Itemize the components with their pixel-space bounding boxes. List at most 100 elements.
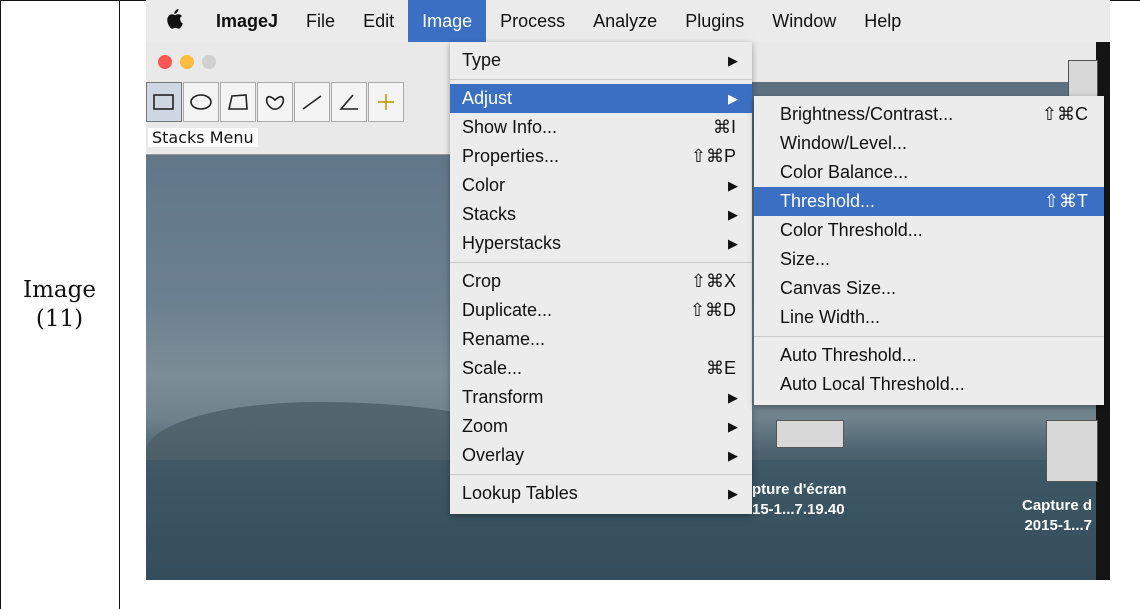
- menu-separator: [450, 262, 752, 263]
- minimize-button[interactable]: [180, 55, 194, 69]
- menu-plugins[interactable]: Plugins: [671, 0, 758, 42]
- table-column-divider: [119, 0, 120, 609]
- capture-name: Capture d: [1022, 497, 1093, 514]
- menu-item-stacks[interactable]: Stacks ▶: [450, 200, 752, 229]
- zoom-button[interactable]: [202, 55, 216, 69]
- menu-item-auto-local-threshold[interactable]: Auto Local Threshold...: [754, 370, 1104, 399]
- menu-item-label: Properties...: [462, 146, 560, 166]
- menu-item-lookup-tables[interactable]: Lookup Tables ▶: [450, 479, 752, 508]
- rectangle-tool[interactable]: [146, 82, 182, 122]
- close-button[interactable]: [158, 55, 172, 69]
- menu-item-label: Threshold...: [780, 191, 876, 211]
- menu-item-color-balance[interactable]: Color Balance...: [754, 158, 1104, 187]
- menu-item-type[interactable]: Type ▶: [450, 46, 752, 75]
- menu-item-label: Canvas Size...: [780, 278, 897, 298]
- apple-menu[interactable]: [146, 8, 202, 34]
- menu-item-threshold[interactable]: Threshold... ⇧⌘T: [754, 187, 1104, 216]
- menu-item-color[interactable]: Color ▶: [450, 171, 752, 200]
- submenu-arrow-icon: ▶: [728, 207, 738, 222]
- menu-item-label: Stacks: [462, 204, 517, 224]
- tool-row: [146, 82, 405, 122]
- menu-item-label: Scale...: [462, 358, 523, 378]
- oval-icon: [190, 94, 212, 110]
- submenu-arrow-icon: ▶: [728, 53, 738, 68]
- menu-item-auto-threshold[interactable]: Auto Threshold...: [754, 341, 1104, 370]
- menu-item-properties[interactable]: Properties... ⇧⌘P: [450, 142, 752, 171]
- menu-item-label: Hyperstacks: [462, 233, 562, 253]
- menu-item-label: Brightness/Contrast...: [780, 104, 954, 124]
- menu-item-transform[interactable]: Transform ▶: [450, 383, 752, 412]
- capture-label-1[interactable]: pture d'écran 15-1...7.19.40: [752, 480, 846, 520]
- menu-item-label: Auto Threshold...: [780, 345, 917, 365]
- menu-separator: [450, 79, 752, 80]
- capture-date: 2015-1...7: [1024, 517, 1093, 534]
- file-thumbnail[interactable]: [776, 420, 844, 448]
- submenu-arrow-icon: ▶: [728, 419, 738, 434]
- menu-imagej[interactable]: ImageJ: [202, 0, 292, 42]
- menu-item-duplicate[interactable]: Duplicate... ⇧⌘D: [450, 296, 752, 325]
- screenshot: pture d'écran 15-1...7.19.40 Capture d 2…: [146, 0, 1110, 580]
- capture-label-2[interactable]: Capture d 2015-1...7: [1022, 496, 1092, 536]
- menu-item-label: Type: [462, 50, 502, 70]
- menu-window[interactable]: Window: [758, 0, 850, 42]
- file-thumbnail[interactable]: [1046, 420, 1098, 482]
- figure-label-cell: Image (11): [0, 0, 119, 609]
- menu-item-label: Window/Level...: [780, 133, 908, 153]
- polygon-tool[interactable]: [220, 82, 256, 122]
- menu-item-rename[interactable]: Rename...: [450, 325, 752, 354]
- angle-tool[interactable]: [331, 82, 367, 122]
- line-tool[interactable]: [294, 82, 330, 122]
- apple-icon: [167, 8, 183, 29]
- menu-item-shortcut: ⇧⌘C: [1041, 104, 1088, 124]
- capture-date: 15-1...7.19.40: [752, 501, 845, 518]
- submenu-arrow-icon: ▶: [728, 486, 738, 501]
- menu-item-overlay[interactable]: Overlay ▶: [450, 441, 752, 470]
- menu-item-crop[interactable]: Crop ⇧⌘X: [450, 267, 752, 296]
- menu-image[interactable]: Image: [408, 0, 487, 42]
- menu-item-window-level[interactable]: Window/Level...: [754, 129, 1104, 158]
- menu-item-color-threshold[interactable]: Color Threshold...: [754, 216, 1104, 245]
- menu-item-shortcut: ⌘E: [705, 358, 736, 378]
- menu-item-size[interactable]: Size...: [754, 245, 1104, 274]
- menu-analyze[interactable]: Analyze: [579, 0, 671, 42]
- menu-item-shortcut: ⌘I: [712, 117, 736, 137]
- polygon-icon: [227, 94, 248, 110]
- menu-item-zoom[interactable]: Zoom ▶: [450, 412, 752, 441]
- menu-item-scale[interactable]: Scale... ⌘E: [450, 354, 752, 383]
- menu-edit[interactable]: Edit: [349, 0, 408, 42]
- menu-item-shortcut: ⇧⌘X: [690, 271, 736, 291]
- menu-bar: ImageJ File Edit Image Process Analyze P…: [146, 0, 1110, 42]
- menu-item-label: Auto Local Threshold...: [780, 374, 965, 394]
- submenu-arrow-icon: ▶: [728, 390, 738, 405]
- menu-item-label: Crop: [462, 271, 502, 291]
- menu-item-label: Transform: [462, 387, 544, 407]
- menu-item-show-info[interactable]: Show Info... ⌘I: [450, 113, 752, 142]
- line-icon: [302, 95, 322, 110]
- menu-item-label: Color Threshold...: [780, 220, 923, 240]
- menu-item-brightness-contrast[interactable]: Brightness/Contrast... ⇧⌘C: [754, 100, 1104, 129]
- menu-item-label: Rename...: [462, 329, 546, 349]
- menu-item-label: Show Info...: [462, 117, 558, 137]
- submenu-arrow-icon: ▶: [728, 236, 738, 251]
- menu-item-line-width[interactable]: Line Width...: [754, 303, 1104, 332]
- adjust-submenu: Brightness/Contrast... ⇧⌘C Window/Level..…: [754, 96, 1104, 405]
- point-tool[interactable]: [368, 82, 404, 122]
- menu-item-hyperstacks[interactable]: Hyperstacks ▶: [450, 229, 752, 258]
- capture-name: pture d'écran: [752, 481, 847, 498]
- menu-separator: [754, 336, 1104, 337]
- angle-icon: [339, 94, 358, 110]
- rectangle-icon: [153, 94, 174, 110]
- oval-tool[interactable]: [183, 82, 219, 122]
- menu-item-canvas-size[interactable]: Canvas Size...: [754, 274, 1104, 303]
- menu-item-label: Color: [462, 175, 506, 195]
- freehand-tool[interactable]: [257, 82, 293, 122]
- menu-item-label: Line Width...: [780, 307, 881, 327]
- submenu-arrow-icon: ▶: [728, 178, 738, 193]
- menu-item-shortcut: ⇧⌘P: [690, 146, 736, 166]
- menu-process[interactable]: Process: [486, 0, 579, 42]
- figure-number: (11): [35, 305, 84, 332]
- menu-file[interactable]: File: [292, 0, 349, 42]
- menu-help[interactable]: Help: [850, 0, 915, 42]
- menu-item-label: Size...: [780, 249, 831, 269]
- menu-item-adjust[interactable]: Adjust ▶: [450, 84, 752, 113]
